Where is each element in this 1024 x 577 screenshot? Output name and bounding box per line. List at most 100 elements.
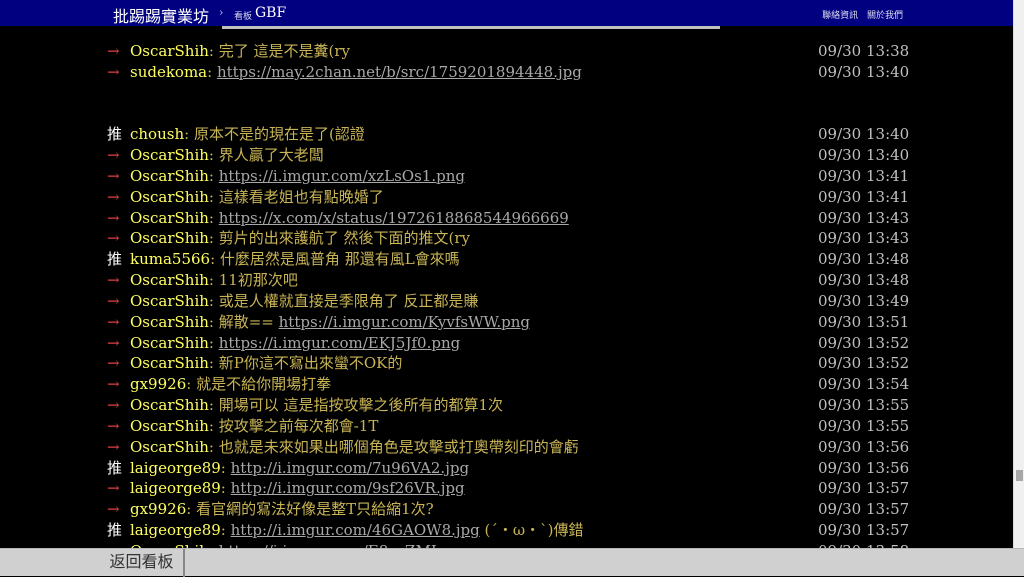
arrow-tag: → [107,291,120,310]
comment-row: → OscarShih: https://i.imgur.com/xzLsOs1.… [0,166,1013,187]
comment-timestamp: 09/30 13:52 [818,354,910,373]
comment-row: → OscarShih: 完了 這是不是糞(ry 09/30 13:38 [0,41,1013,62]
comment-timestamp: 09/30 13:55 [818,396,910,415]
comment-username: OscarShih [130,416,209,435]
comment-text: 或是人權就直接是季限角了 反正都是賺 [218,291,479,310]
comment-text: 11初那次吧 [218,271,298,290]
vertical-scrollbar[interactable] [1013,0,1024,548]
comment-link[interactable]: https://i.imgur.com/EKJ5Jf0.png [219,334,460,352]
top-navigation-bar: 批踢踢實業坊 › 看板 GBF 聯絡資訊 關於我們 [0,0,1013,26]
comment-row: → gx9926: 就是不給你開場打拳 09/30 13:54 [0,374,1013,395]
comment-username: gx9926 [130,500,187,519]
comment-text: 就是不給你開場打拳 [196,375,332,394]
push-tag: 推 [107,521,123,540]
comment-row: → OscarShih: 剪片的出來護航了 然後下面的推文(ry 09/30 13:… [0,228,1013,249]
back-to-board-button[interactable]: 返回看板 [100,549,185,577]
comment-timestamp: 09/30 13:43 [818,208,910,227]
comment-list: → OscarShih: 完了 這是不是糞(ry 09/30 13:38 → sudek… [0,41,1013,562]
comment-username: OscarShih [130,42,209,60]
comment-text: 解散== [218,312,279,331]
about-us-link[interactable]: 關於我們 [867,11,903,21]
author-colon: : [208,437,219,456]
comment-row: 推 choush: 原本不是的現在是了(認證 09/30 13:40 [0,124,1013,145]
author-colon: : [208,291,219,310]
author-colon: : [208,271,219,290]
comment-link[interactable]: http://i.imgur.com/46GAOW8.jpg [231,521,480,539]
comment-row: → OscarShih: 也就是未來如果出哪個角色是攻擊或打奧帶刻印的會虧 09/3… [0,437,1013,458]
comment-timestamp: 09/30 13:48 [818,271,910,290]
comment-text: 也就是未來如果出哪個角色是攻擊或打奧帶刻印的會虧 [218,437,579,456]
author-colon: : [220,458,231,477]
header-underline-bar [222,26,720,29]
comment-link[interactable]: https://x.com/x/status/19726188685449666… [219,209,569,227]
comment-row: → OscarShih: 按攻擊之前每次都會-1T 09/30 13:55 [0,416,1013,437]
comment-timestamp: 09/30 13:51 [818,312,910,331]
comment-link[interactable]: https://may.2chan.net/b/src/175920189444… [217,63,582,81]
author-colon: : [208,208,219,227]
breadcrumb-board-link[interactable]: GBF [255,5,286,21]
comment-row: → OscarShih: 界人贏了大老闆 09/30 13:40 [0,145,1013,166]
comment-row: → OscarShih: 新P你這不寫出來蠻不OK的 09/30 13:52 [0,353,1013,374]
comment-username: OscarShih [130,333,209,352]
comment-username: choush [130,125,185,144]
comment-author: kuma5566: 什麼居然是風普角 那還有風L會來嗎 [130,249,460,269]
comment-text: (ˊ・ω・ˋ)傳錯 [479,521,584,540]
author-colon: : [207,62,217,81]
comment-author: OscarShih: 這樣看老姐也有點晚婚了 [130,187,384,207]
comment-timestamp: 09/30 13:52 [818,333,910,352]
arrow-tag: → [107,208,120,227]
comment-author: laigeorge89: http://i.imgur.com/7u96VA2.… [130,458,469,478]
comment-row: → OscarShih: 11初那次吧 09/30 13:48 [0,270,1013,291]
author-colon: : [208,146,219,165]
comment-username: OscarShih [130,146,209,165]
comment-username: OscarShih [130,312,209,331]
author-colon: : [208,333,219,352]
comment-timestamp: 09/30 13:38 [818,42,910,60]
comment-link[interactable]: https://i.imgur.com/KyvfsWW.png [279,313,530,331]
comment-link[interactable]: http://i.imgur.com/7u96VA2.jpg [231,459,469,477]
arrow-tag: → [107,375,120,394]
comment-username: gx9926 [130,375,187,394]
comment-timestamp: 09/30 13:40 [818,146,910,165]
comment-timestamp: 09/30 13:48 [818,250,910,269]
author-colon: : [208,416,219,435]
comment-timestamp: 09/30 13:43 [818,229,910,248]
arrow-tag: → [107,437,120,456]
comment-timestamp: 09/30 13:40 [818,125,910,144]
comment-username: sudekoma [130,62,208,81]
comment-row: → OscarShih: https://x.com/x/status/19726… [0,208,1013,229]
comment-row: → OscarShih: 這樣看老姐也有點晚婚了 09/30 13:41 [0,187,1013,208]
comment-author: OscarShih: 界人贏了大老闆 [130,145,324,165]
arrow-tag: → [107,479,120,498]
comment-author: gx9926: 就是不給你開場打拳 [130,374,331,394]
comment-timestamp: 09/30 13:41 [818,166,910,185]
comment-author: laigeorge89: http://i.imgur.com/9sf26VR.… [130,478,465,498]
comment-row: 推 kuma5566: 什麼居然是風普角 那還有風L會來嗎 09/30 13:48 [0,249,1013,270]
comment-text: 界人贏了大老闆 [218,146,324,165]
arrow-tag: → [107,500,120,519]
comment-row: → OscarShih: 解散== https://i.imgur.com/Kyv… [0,312,1013,333]
comment-author: laigeorge89: http://i.imgur.com/46GAOW8.… [130,520,583,540]
comment-timestamp: 09/30 13:57 [818,500,910,519]
comment-author: choush: 原本不是的現在是了(認證 [130,124,365,144]
comment-username: laigeorge89 [130,521,221,540]
comment-author: OscarShih: 或是人權就直接是季限角了 反正都是賺 [130,291,479,311]
comment-text: 原本不是的現在是了(認證 [193,125,365,144]
comment-link[interactable]: http://i.imgur.com/9sf26VR.jpg [231,479,465,497]
comment-author: OscarShih: 開場可以 這是指按攻擊之後所有的都算1次 [130,395,503,415]
arrow-tag: → [107,333,120,352]
comment-link[interactable]: https://i.imgur.com/xzLsOs1.png [219,167,465,185]
comment-text: 剪片的出來護航了 然後下面的推文(ry [218,229,471,248]
scrollbar-thumb[interactable] [1016,470,1023,481]
comment-username: OscarShih [130,208,209,227]
arrow-tag: → [107,62,120,81]
comment-timestamp: 09/30 13:57 [818,479,910,498]
arrow-tag: → [107,396,120,415]
site-title-link[interactable]: 批踢踢實業坊 [113,3,209,27]
contact-info-link[interactable]: 聯絡資訊 [822,11,858,21]
comment-row: → gx9926: 看官網的寫法好像是整T只給縮1次? 09/30 13:57 [0,499,1013,520]
comment-timestamp: 09/30 13:57 [818,521,910,540]
comment-text: 完了 這是不是糞(ry [218,42,350,60]
push-tag: 推 [107,125,123,144]
breadcrumb-separator: › [219,6,224,19]
